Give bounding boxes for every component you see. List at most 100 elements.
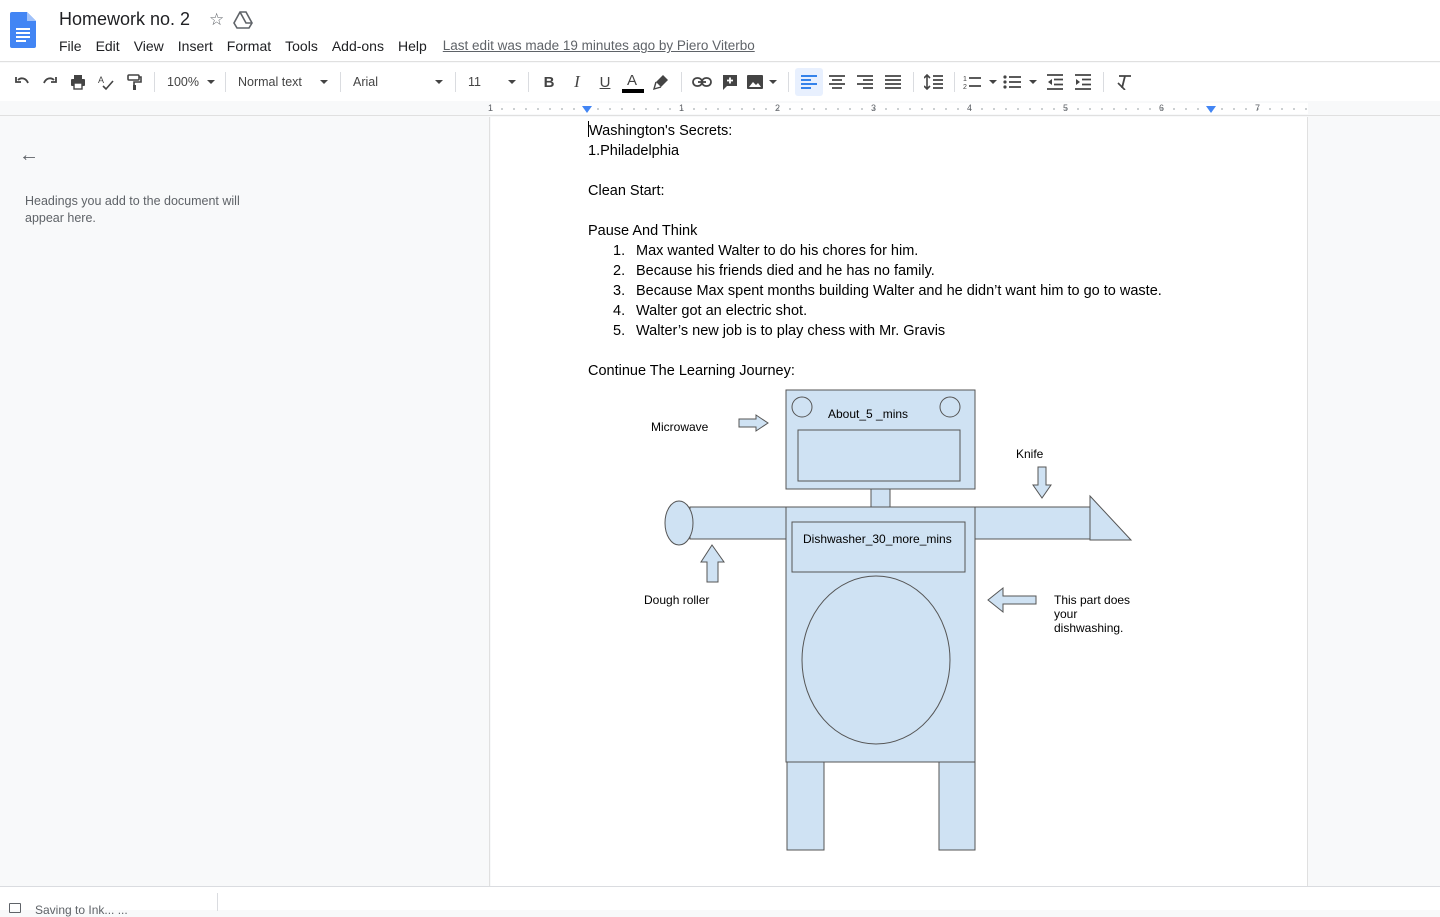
list-item-text: Max wanted Walter to do his chores for h… (636, 243, 919, 259)
toolbar-divider (681, 72, 682, 92)
list-item: 5. Walter’s new job is to play chess wit… (588, 321, 1162, 341)
paragraph-style-select[interactable]: Normal text (232, 68, 334, 96)
bold-icon[interactable]: B (535, 68, 563, 96)
dough-roller-end (664, 500, 694, 546)
align-left-icon[interactable] (795, 68, 823, 96)
microwave-label: Microwave (651, 420, 709, 434)
arrow-left-icon (987, 586, 1037, 614)
dishwasher-panel (791, 521, 966, 573)
print-icon[interactable] (64, 68, 92, 96)
list-item: 1. Max wanted Walter to do his chores fo… (588, 241, 1162, 261)
knife-blade (1089, 494, 1133, 541)
document-title[interactable]: Homework no. 2 (59, 9, 190, 30)
right-indent-marker[interactable] (1206, 106, 1216, 113)
list-number: 1. (613, 243, 626, 259)
italic-icon[interactable]: I (563, 68, 591, 96)
knife-label: Knife (1016, 447, 1044, 461)
menu-view[interactable]: View (127, 36, 171, 56)
paragraph: Washington's Secrets: (588, 121, 1162, 141)
spellcheck-icon[interactable]: A (92, 68, 120, 96)
menu-tools[interactable]: Tools (278, 36, 325, 56)
toolbar-divider (788, 72, 789, 92)
move-to-drive-icon[interactable] (233, 10, 253, 30)
menu-add-ons[interactable]: Add-ons (325, 36, 391, 56)
list-item-text: Walter’s new job is to play chess with M… (636, 323, 946, 339)
highlight-icon[interactable] (647, 68, 675, 96)
menu-insert[interactable]: Insert (171, 36, 220, 56)
menu-help[interactable]: Help (391, 36, 434, 56)
font-value: Arial (353, 75, 379, 89)
paragraph-style-value: Normal text (238, 75, 302, 89)
link-icon[interactable] (688, 68, 716, 96)
align-justify-icon[interactable] (879, 68, 907, 96)
star-icon[interactable]: ☆ (209, 10, 224, 30)
bulleted-list-icon[interactable] (1001, 68, 1041, 96)
menu-file[interactable]: File (52, 36, 89, 56)
chevron-down-icon (435, 80, 443, 84)
list-item: 4. Walter got an electric shot. (588, 301, 1162, 321)
menu-format[interactable]: Format (220, 36, 278, 56)
ruler-label: 5 (1063, 103, 1069, 113)
list-number: 3. (613, 283, 626, 299)
empty-paragraph (588, 161, 1162, 181)
ruler-label: 2 (775, 103, 781, 113)
document-page[interactable]: Washington's Secrets: 1.Philadelphia Cle… (491, 117, 1308, 886)
redo-icon[interactable] (36, 68, 64, 96)
chevron-down-icon (508, 80, 516, 84)
zoom-select[interactable]: 100% (161, 68, 219, 96)
decrease-indent-icon[interactable] (1041, 68, 1069, 96)
align-right-icon[interactable] (851, 68, 879, 96)
dishwashing-note-line: dishwashing. (1054, 621, 1123, 635)
line-spacing-icon[interactable] (920, 68, 948, 96)
list-number: 4. (613, 303, 626, 319)
left-indent-marker[interactable] (582, 106, 592, 113)
microwave-window (797, 429, 961, 482)
font-size-select[interactable]: 11 (462, 68, 522, 96)
toolbar-divider (528, 72, 529, 92)
arrow-up-icon (700, 544, 725, 583)
robot-arm-right (974, 506, 1092, 540)
docs-logo-icon[interactable] (10, 12, 36, 48)
outline-hint: Headings you add to the document will ap… (25, 194, 240, 225)
document-outline: ← Headings you add to the document will … (0, 117, 490, 886)
dishwashing-note-line: your (1054, 607, 1077, 621)
document-body[interactable]: Washington's Secrets: 1.Philadelphia Cle… (588, 121, 1162, 381)
clear-formatting-icon[interactable] (1110, 68, 1138, 96)
ruler[interactable]: 1 1 2 3 4 5 6 7 (488, 103, 1308, 114)
ruler-label: 7 (1255, 103, 1261, 113)
robot-leg-right (938, 761, 976, 851)
last-edit-link[interactable]: Last edit was made 19 minutes ago by Pie… (443, 36, 755, 56)
numbered-list-icon[interactable]: 12 (961, 68, 1001, 96)
add-comment-icon[interactable] (716, 68, 744, 96)
empty-paragraph (588, 341, 1162, 361)
font-size-value: 11 (468, 75, 481, 89)
paragraph-text: Washington's Secrets: (589, 123, 733, 139)
text-color-icon[interactable]: A (619, 68, 647, 96)
ruler-label: 6 (1159, 103, 1165, 113)
robot-drawing[interactable]: About_5 _mins Dishwasher_30_more_mins Mi… (641, 387, 1141, 857)
zoom-value: 100% (167, 75, 199, 89)
font-select[interactable]: Arial (347, 68, 449, 96)
menu-edit[interactable]: Edit (89, 36, 127, 56)
arrow-down-icon (1032, 466, 1052, 499)
list-item-text: Walter got an electric shot. (636, 303, 808, 319)
empty-paragraph (588, 201, 1162, 221)
app-header: Homework no. 2 ☆ File Edit View Insert F… (0, 0, 1440, 62)
svg-text:2: 2 (963, 84, 967, 90)
undo-icon[interactable] (8, 68, 36, 96)
dishwasher-door (801, 575, 951, 745)
align-center-icon[interactable] (823, 68, 851, 96)
increase-indent-icon[interactable] (1069, 68, 1097, 96)
arrow-right-icon (738, 414, 769, 432)
paragraph: Continue The Learning Journey: (588, 363, 795, 379)
list-item: 3. Because Max spent months building Wal… (588, 281, 1162, 301)
toolbar-divider (225, 72, 226, 92)
toolbar-divider (1103, 72, 1104, 92)
robot-neck (870, 488, 891, 508)
toolbar-divider (954, 72, 955, 92)
back-arrow-icon[interactable]: ← (19, 144, 39, 167)
underline-icon[interactable]: U (591, 68, 619, 96)
paint-format-icon[interactable] (120, 68, 148, 96)
insert-image-icon[interactable] (744, 68, 782, 96)
list-item: 2. Because his friends died and he has n… (588, 261, 1162, 281)
